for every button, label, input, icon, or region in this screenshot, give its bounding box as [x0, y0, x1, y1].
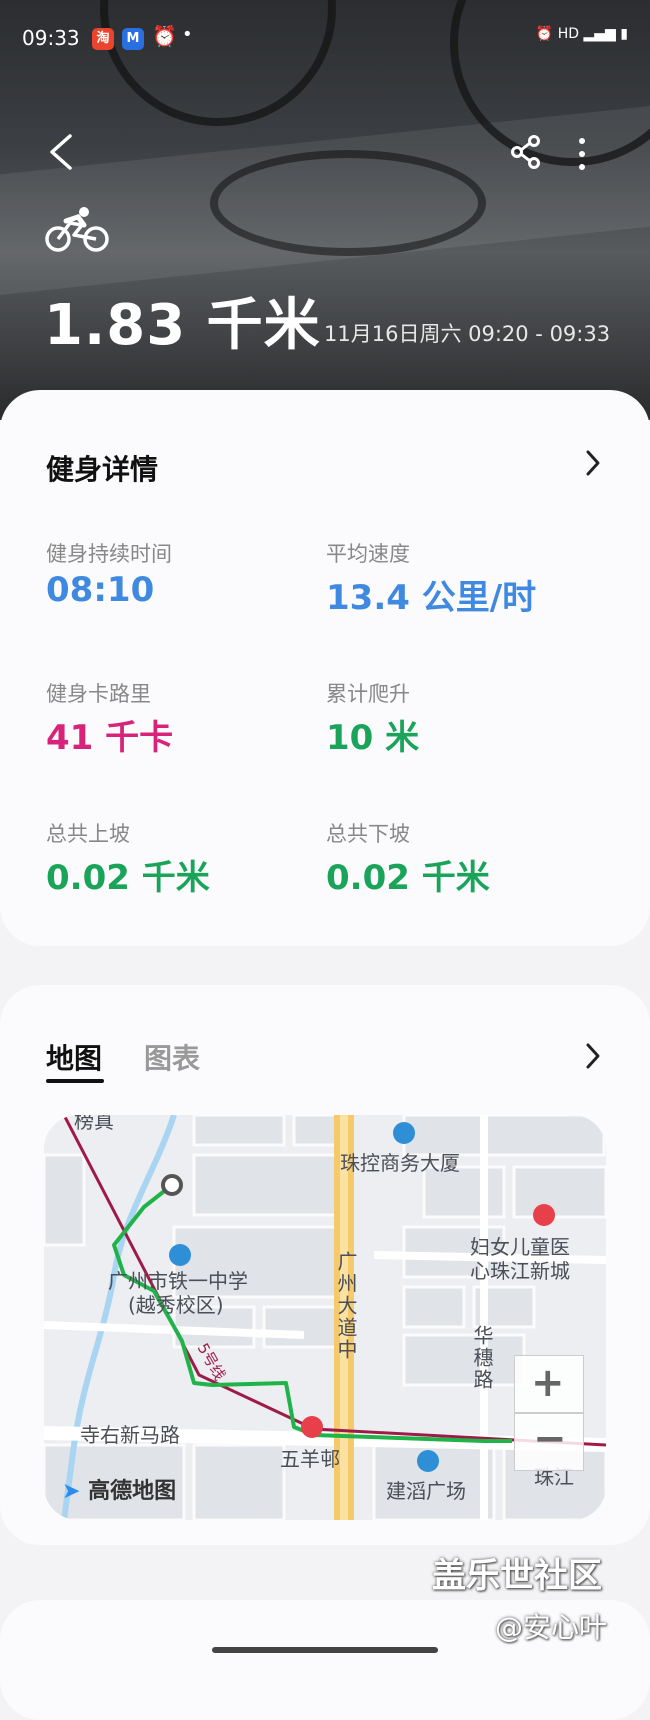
map-label-avenue: 广州大道中: [334, 1251, 358, 1361]
status-right-icons: ⏰ HD ▂▄▆ ▮: [536, 26, 628, 42]
more-options-icon[interactable]: [574, 136, 590, 172]
stat-uphill-label: 总共上坡: [46, 822, 130, 846]
activity-datetime: 11月16日周六 09:20 - 09:33: [324, 322, 611, 346]
stat-climb-value: 10 米: [326, 718, 420, 758]
taobao-icon: 淘: [92, 28, 114, 50]
stat-avg-speed-value: 13.4 公里/时: [326, 578, 537, 618]
map-label-hua-road: 华穗路: [470, 1325, 494, 1391]
zoom-in-label: +: [531, 1360, 565, 1406]
map-label-top: 榜真: [74, 1115, 114, 1133]
stat-downhill-value: 0.02 千米: [326, 858, 490, 898]
battery-icon: ▮: [620, 26, 628, 42]
maimai-icon: M: [122, 28, 144, 50]
amap-logo: ➤ 高德地图: [62, 1473, 176, 1505]
distance-value: 1.83 千米: [44, 293, 321, 358]
status-time: 09:33: [22, 26, 80, 50]
stat-avg-speed-label: 平均速度: [326, 542, 410, 566]
stat-downhill-label: 总共下坡: [326, 822, 410, 846]
stat-duration-label: 健身持续时间: [46, 542, 172, 566]
tab-active-indicator: [46, 1079, 104, 1083]
share-icon[interactable]: [510, 134, 542, 170]
zoom-out-button[interactable]: −: [514, 1413, 584, 1471]
map-card: 地图 图表 榜真 珠控商务大厦 广州市铁一中学 (越秀校区) 妇女儿童医 心珠江…: [0, 985, 650, 1545]
stat-uphill-value: 0.02 千米: [46, 858, 210, 898]
status-bar: 09:33 淘 M ⏰ • ⏰ HD ▂▄▆ ▮: [22, 24, 628, 56]
details-title: 健身详情: [46, 453, 159, 486]
stat-duration-value: 08:10: [46, 570, 155, 610]
hero-wheel-left: [100, 0, 336, 126]
back-icon[interactable]: [44, 132, 78, 172]
amap-arrow-icon: ➤: [62, 1479, 81, 1504]
stat-climb-label: 累计爬升: [326, 682, 410, 706]
map-label-hospital-2: 心珠江新城: [470, 1259, 570, 1283]
map-label-station: 五羊邨: [280, 1447, 340, 1471]
map-label-temple-road: 寺右新马路: [80, 1423, 180, 1447]
fitness-details-card[interactable]: 健身详情 健身持续时间 08:10 平均速度 13.4 公里/时 健身卡路里 4…: [0, 390, 650, 946]
cycling-icon: [45, 207, 109, 252]
alarm-icon: ⏰: [152, 24, 177, 48]
alarm-icon: ⏰: [535, 26, 554, 42]
tab-chart[interactable]: 图表: [144, 1037, 200, 1077]
watermark-author: @安心叶: [495, 1611, 608, 1644]
map-label-plaza: 建滔广场: [386, 1479, 466, 1503]
map-label-tower: 珠控商务大厦: [340, 1151, 460, 1175]
amap-logo-text: 高德地图: [88, 1479, 177, 1504]
stat-calories-label: 健身卡路里: [46, 682, 151, 706]
stat-calories-value: 41 千卡: [46, 718, 174, 758]
zoom-out-label: −: [533, 1416, 567, 1462]
home-indicator[interactable]: [212, 1647, 438, 1653]
hero-banner: 09:33 淘 M ⏰ • ⏰ HD ▂▄▆ ▮ 1.83 千米 11月16日周…: [0, 0, 650, 420]
watermark-community: 盖乐世社区: [432, 1556, 602, 1596]
tab-map[interactable]: 地图: [46, 1037, 102, 1077]
hd-signal-icon: HD ▂▄▆: [557, 26, 616, 42]
route-map[interactable]: 榜真 珠控商务大厦 广州市铁一中学 (越秀校区) 妇女儿童医 心珠江新城 广州大…: [44, 1115, 606, 1520]
dot-icon: •: [182, 24, 193, 45]
chevron-right-icon[interactable]: [584, 448, 602, 478]
zoom-in-button[interactable]: +: [514, 1355, 584, 1413]
hero-wheel-shadow: [210, 150, 486, 256]
map-label-school-campus: (越秀校区): [128, 1293, 224, 1317]
chevron-right-icon[interactable]: [584, 1041, 602, 1071]
